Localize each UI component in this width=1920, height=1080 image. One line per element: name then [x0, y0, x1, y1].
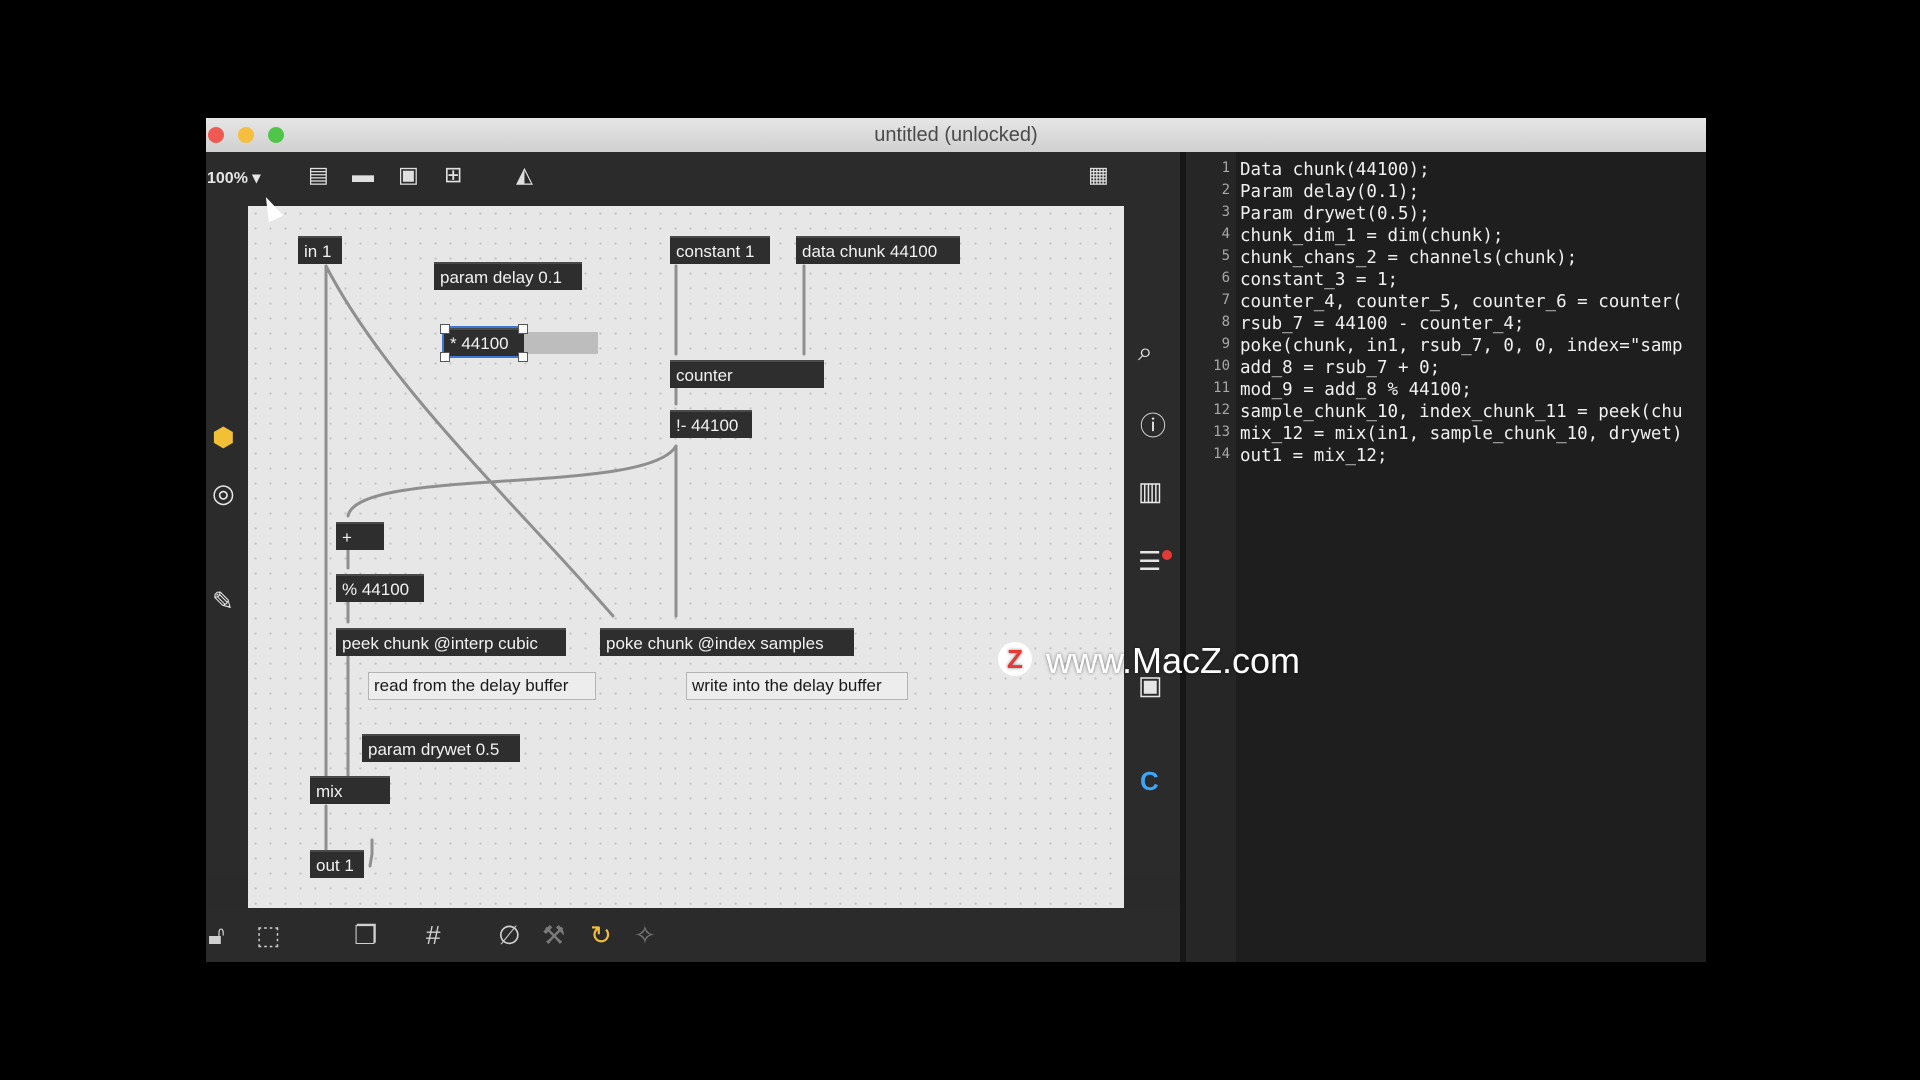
bottom-toolbar: 🔓︎ ⬚ ❐ # ∅ ⚒ ↻ ✧	[206, 908, 1180, 962]
multiply-object[interactable]: * 44100	[442, 326, 526, 358]
line-number: 7	[1221, 292, 1230, 308]
param-drywet-object[interactable]: param drywet 0.5	[362, 734, 520, 762]
counter-object[interactable]: counter	[670, 360, 824, 388]
param-delay-object[interactable]: param delay 0.1	[434, 262, 582, 290]
list-icon[interactable]: ☰	[1138, 546, 1161, 577]
list-badge	[1162, 550, 1172, 560]
debug-icon[interactable]: ✧	[634, 920, 656, 951]
peek-object[interactable]: peek chunk @interp cubic	[336, 628, 566, 656]
code-text: counter_4, counter_5, counter_6 = counte…	[1240, 292, 1683, 312]
title-bar: untitled (unlocked)	[206, 118, 1706, 153]
top-toolbar: 100% ▾ ▤ ▬ ▣ ⊞ ◭ ▦	[206, 152, 1180, 206]
cord-in1-poke	[324, 264, 615, 618]
hammer-icon[interactable]: ⚒	[542, 920, 565, 951]
line-number: 9	[1221, 336, 1230, 352]
poke-object[interactable]: poke chunk @index samples	[600, 628, 854, 656]
paint-bucket-icon[interactable]: ◭	[516, 162, 533, 188]
paperclip-icon[interactable]: ✎	[212, 586, 234, 617]
fullscreen-icon[interactable]: ▣	[398, 162, 419, 188]
code-text: mod_9 = add_8 % 44100;	[1240, 380, 1472, 400]
write-comment: write into the delay buffer	[686, 672, 908, 700]
mix-object[interactable]: mix	[310, 776, 390, 804]
add-object[interactable]: +	[336, 522, 384, 550]
code-text: out1 = mix_12;	[1240, 446, 1388, 466]
code-pane[interactable]: 1 Data chunk(44100); 2 Param delay(0.1); 3 Pa…	[1186, 152, 1706, 962]
cord-drywet-mix	[368, 838, 374, 868]
presentation-icon[interactable]: ▤	[308, 162, 329, 188]
info-icon[interactable]: ⓘ	[1140, 406, 1166, 443]
line-number: 11	[1213, 380, 1230, 396]
window-title: untitled (unlocked)	[874, 124, 1038, 146]
multiply-object-ghost	[524, 332, 598, 354]
book-icon[interactable]: ▥	[1138, 476, 1163, 507]
search-icon[interactable]: ⌕	[1138, 336, 1153, 368]
line-number: 1	[1221, 160, 1230, 176]
mod-object[interactable]: % 44100	[336, 574, 424, 602]
data-chunk-object[interactable]: data chunk 44100	[796, 236, 960, 264]
rsub-object[interactable]: !- 44100	[670, 410, 752, 438]
code-text: Param delay(0.1);	[1240, 182, 1420, 202]
constant-object[interactable]: constant 1	[670, 236, 770, 264]
mute-icon[interactable]: ∅	[498, 920, 521, 951]
line-number: 5	[1221, 248, 1230, 264]
code-text: poke(chunk, in1, rsub_7, 0, 0, index="sa…	[1240, 336, 1683, 356]
select-icon[interactable]: ⬚	[256, 920, 281, 951]
line-number: 10	[1213, 358, 1230, 374]
target-icon[interactable]: ◎	[212, 478, 235, 509]
selection-handle[interactable]	[440, 324, 450, 334]
line-number: 14	[1213, 446, 1230, 462]
selection-handle[interactable]	[440, 352, 450, 362]
code-text: add_8 = rsub_7 + 0;	[1240, 358, 1441, 378]
line-number: 13	[1213, 424, 1230, 440]
patch-canvas[interactable]: in 1 param delay 0.1 * 44100 constant 1 …	[248, 206, 1124, 908]
refresh-icon[interactable]: ↻	[590, 920, 612, 951]
patcher-window: untitled (unlocked) 100% ▾ ▤ ▬ ▣ ⊞ ◭ ▦ ⬢…	[206, 118, 1706, 962]
grid-icon[interactable]: ▦	[1088, 162, 1109, 188]
codebox-icon[interactable]: ⊞	[444, 162, 462, 188]
code-text: Data chunk(44100);	[1240, 160, 1430, 180]
code-text: sample_chunk_10, index_chunk_11 = peek(c…	[1240, 402, 1683, 422]
line-number: 6	[1221, 270, 1230, 286]
grid-icon[interactable]: #	[426, 920, 440, 951]
layers-icon[interactable]: ❐	[354, 920, 377, 951]
watermark-text: www.MacZ.com	[1046, 640, 1301, 681]
c-icon[interactable]: C	[1140, 766, 1159, 797]
package-icon[interactable]: ⬢	[212, 422, 235, 453]
line-number: 8	[1221, 314, 1230, 330]
code-text: constant_3 = 1;	[1240, 270, 1399, 290]
in-1-object[interactable]: in 1	[298, 236, 342, 264]
line-number: 4	[1221, 226, 1230, 242]
line-number: 12	[1213, 402, 1230, 418]
line-number: 3	[1221, 204, 1230, 220]
code-text: chunk_chans_2 = channels(chunk);	[1240, 248, 1578, 268]
zoom-dropdown[interactable]: 100% ▾	[207, 168, 260, 188]
out-1-object[interactable]: out 1	[310, 850, 364, 878]
read-comment: read from the delay buffer	[368, 672, 596, 700]
left-sidebar: ⬢ ◎ ✎	[206, 206, 248, 876]
code-text: rsub_7 = 44100 - counter_4;	[1240, 314, 1525, 334]
watermark-logo: Z	[998, 642, 1032, 676]
line-number: 2	[1221, 182, 1230, 198]
selection-handle[interactable]	[518, 352, 528, 362]
code-text: chunk_dim_1 = dim(chunk);	[1240, 226, 1504, 246]
code-text: mix_12 = mix(in1, sample_chunk_10, drywe…	[1240, 424, 1683, 444]
comment-icon[interactable]: ▬	[352, 162, 374, 188]
lock-icon[interactable]: 🔓︎	[208, 920, 225, 952]
code-text: Param drywet(0.5);	[1240, 204, 1430, 224]
selection-handle[interactable]	[518, 324, 528, 334]
right-sidebar: ⌕ ⓘ ▥ ☰ ▣ C	[1124, 206, 1180, 876]
